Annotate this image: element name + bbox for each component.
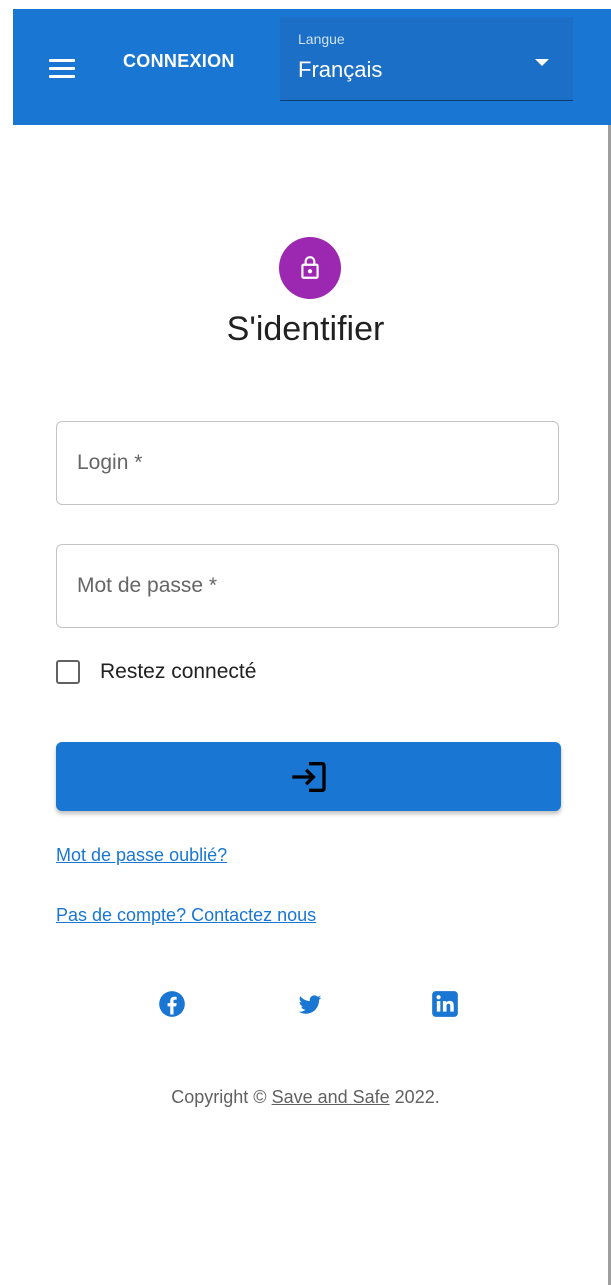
login-input[interactable] bbox=[57, 422, 558, 504]
form-heading: S'identifier bbox=[226, 310, 385, 348]
linkedin-glyph bbox=[432, 991, 458, 1017]
page-title: CONNEXION bbox=[123, 51, 235, 71]
contact-link[interactable]: Pas de compte? Contactez nous bbox=[56, 905, 316, 926]
password-input[interactable] bbox=[57, 545, 558, 627]
dropdown-arrow-icon bbox=[535, 59, 549, 66]
copyright-suffix: 2022. bbox=[389, 1087, 440, 1107]
login-button[interactable] bbox=[56, 742, 561, 811]
lock-avatar bbox=[279, 237, 341, 299]
password-field[interactable] bbox=[56, 544, 559, 628]
app-bar: CONNEXION Langue Français bbox=[13, 9, 611, 125]
menu-icon[interactable] bbox=[49, 59, 75, 79]
lock-icon bbox=[301, 256, 319, 279]
language-label: Langue bbox=[298, 31, 345, 47]
forgot-password-link[interactable]: Mot de passe oublié? bbox=[56, 845, 227, 866]
copyright: Copyright © Save and Safe 2022. bbox=[0, 1087, 611, 1108]
linkedin-icon[interactable] bbox=[429, 988, 461, 1020]
remember-label: Restez connecté bbox=[100, 660, 257, 683]
login-icon bbox=[291, 761, 326, 792]
copyright-prefix: Copyright © bbox=[171, 1087, 272, 1107]
remember-checkbox[interactable] bbox=[56, 660, 80, 684]
language-value: Français bbox=[298, 57, 383, 82]
brand-link[interactable]: Save and Safe bbox=[272, 1087, 390, 1107]
facebook-glyph bbox=[159, 991, 185, 1017]
facebook-icon[interactable] bbox=[156, 988, 188, 1020]
twitter-icon[interactable] bbox=[294, 988, 326, 1020]
language-select[interactable]: Langue Français bbox=[280, 17, 573, 101]
remember-me[interactable]: Restez connecté bbox=[56, 660, 256, 684]
twitter-glyph bbox=[298, 995, 322, 1014]
login-field[interactable] bbox=[56, 421, 559, 505]
